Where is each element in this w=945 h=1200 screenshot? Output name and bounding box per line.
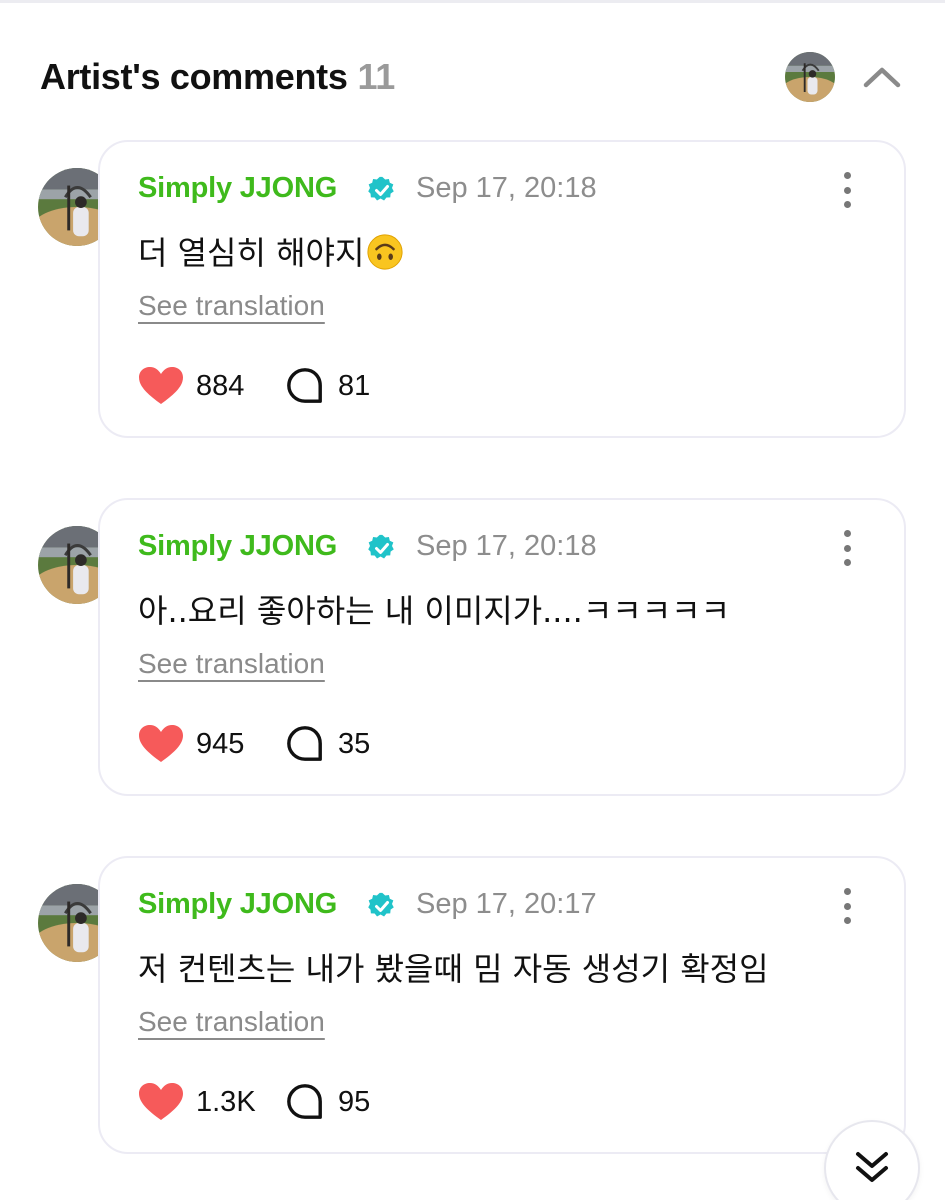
like-button[interactable]: 884 xyxy=(138,364,244,408)
comment-count: 11 xyxy=(357,56,396,97)
like-count: 1.3K xyxy=(196,1085,256,1118)
comment-card: Simply JJONG Sep 17, 20:17 저 컨텐츠는 내가 봤을때… xyxy=(98,856,906,1154)
comment-text: 더 열심히 해야지 xyxy=(138,234,365,272)
see-translation-link[interactable]: See translation xyxy=(138,290,325,322)
comment-timestamp: Sep 17, 20:17 xyxy=(416,888,597,920)
reply-bubble-icon xyxy=(287,368,322,403)
author-name[interactable]: Simply JJONG xyxy=(138,888,337,921)
comment-card: Simply JJONG Sep 17, 20:18 아..요리 좋아하는 내 … xyxy=(98,498,906,796)
see-translation-link[interactable]: See translation xyxy=(138,648,325,680)
comment-item: Simply JJONG Sep 17, 20:18 아..요리 좋아하는 내 … xyxy=(0,498,945,798)
author-name[interactable]: Simply JJONG xyxy=(138,530,337,563)
see-translation-link[interactable]: See translation xyxy=(138,1006,325,1038)
collapse-button[interactable] xyxy=(860,57,904,97)
artist-avatar[interactable] xyxy=(785,52,835,102)
reply-button[interactable]: 81 xyxy=(286,364,370,408)
heart-icon xyxy=(139,1083,183,1120)
more-options-button[interactable] xyxy=(834,530,860,566)
upside-down-face-emoji-icon xyxy=(367,234,404,270)
section-title: Artist's comments 11 xyxy=(40,56,395,98)
comment-text-line: 더 열심히 해야지 xyxy=(138,228,404,274)
like-count: 884 xyxy=(196,369,245,402)
reply-bubble-icon xyxy=(287,726,322,761)
heart-icon xyxy=(139,367,183,404)
verified-badge-icon xyxy=(368,176,394,201)
comment-card: Simply JJONG Sep 17, 20:18 더 열심히 해야지 See… xyxy=(98,140,906,438)
more-options-button[interactable] xyxy=(834,172,860,208)
comment-timestamp: Sep 17, 20:18 xyxy=(416,530,597,562)
reply-count: 81 xyxy=(338,369,371,402)
reply-bubble-icon xyxy=(287,1084,322,1119)
comment-text: 아..요리 좋아하는 내 이미지가....ㅋㅋㅋㅋㅋ xyxy=(138,592,731,630)
comments-header: Artist's comments 11 xyxy=(40,52,910,102)
like-count: 945 xyxy=(196,727,245,760)
comment-text: 저 컨텐츠는 내가 봤을때 밈 자동 생성기 확정임 xyxy=(138,950,769,988)
reply-count: 95 xyxy=(338,1085,371,1118)
verified-badge-icon xyxy=(368,892,394,917)
reply-button[interactable]: 35 xyxy=(286,722,370,766)
double-chevron-down-icon xyxy=(856,1152,888,1182)
author-name[interactable]: Simply JJONG xyxy=(138,172,337,205)
heart-icon xyxy=(139,725,183,762)
more-options-button[interactable] xyxy=(834,888,860,924)
comment-timestamp: Sep 17, 20:18 xyxy=(416,172,597,204)
reply-count: 35 xyxy=(338,727,371,760)
comment-item: Simply JJONG Sep 17, 20:18 더 열심히 해야지 See… xyxy=(0,140,945,440)
like-button[interactable]: 945 xyxy=(138,722,244,766)
avatar-image xyxy=(785,52,835,102)
like-button[interactable]: 1.3K xyxy=(138,1080,256,1124)
section-title-label: Artist's comments xyxy=(40,56,348,97)
verified-badge-icon xyxy=(368,534,394,559)
comment-item: Simply JJONG Sep 17, 20:17 저 컨텐츠는 내가 봤을때… xyxy=(0,856,945,1156)
reply-button[interactable]: 95 xyxy=(286,1080,370,1124)
chevron-up-icon xyxy=(863,67,901,88)
top-divider xyxy=(0,0,945,3)
